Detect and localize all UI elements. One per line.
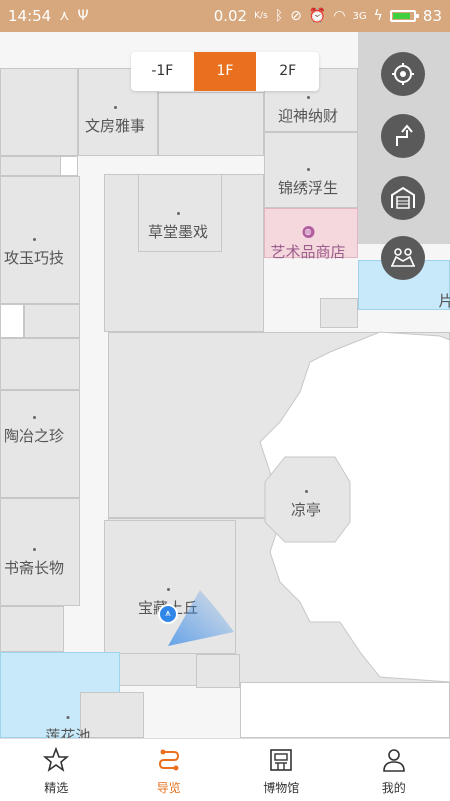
bottom-right-area [240,682,450,738]
gate-icon [390,186,416,210]
locate-icon [391,62,415,86]
shop-icon: ◍ [302,226,314,238]
floor-selector[interactable]: -1F 1F 2F [131,52,319,91]
route-icon [391,124,415,148]
label-edge: 片 [438,290,450,311]
alarm-icon: ⏰ [309,8,326,24]
label-shuzhai: 书斋长物 [4,548,64,578]
clock: 14:54 [8,7,51,25]
nav-museum[interactable]: 博物馆 [225,739,338,801]
label-caotang: 草堂墨戏 [148,212,208,242]
label-liangting: 凉亭 [291,490,321,520]
battery-icon [390,10,416,22]
floor-2[interactable]: 2F [256,52,319,91]
bottom-navigation: 精选 导览 博物馆 我的 [0,738,450,801]
room-left-mid [0,338,80,390]
rock-garden [240,322,450,702]
label-wenfang: 文房雅事 [85,106,145,136]
route-nav-icon [156,747,182,773]
nav-guide[interactable]: 导览 [113,739,226,801]
floor-b1[interactable]: -1F [131,52,194,91]
heading-beam [168,590,238,670]
usb-icon: Ψ [78,8,89,24]
label-lianhua: 莲花池 [45,716,90,738]
nav-mine-label: 我的 [382,779,406,796]
mute-icon: ⊘ [290,8,302,24]
bluetooth-icon: ᛒ [275,8,283,24]
network-speed: 0.02 [214,7,247,25]
nav-museum-label: 博物馆 [263,779,299,796]
floor-1[interactable]: 1F [194,52,257,91]
network-share-icon: ⋏ [59,8,69,24]
person-icon [381,747,407,773]
label-yingshen: 迎神纳财 [278,96,338,126]
service-icon [390,246,416,270]
room-white-small [0,304,24,338]
room-small [60,156,78,176]
speed-unit: K/s [254,11,268,21]
charging-icon: ϟ [374,8,383,24]
label-taoye: 陶冶之珍 [4,416,64,446]
nav-featured[interactable]: 精选 [0,739,113,801]
status-bar: 14:54 ⋏ Ψ 0.02 K/s ᛒ ⊘ ⏰ ◠ 3G ϟ 83 [0,0,450,32]
gate-button[interactable] [381,176,425,220]
room-top-left [0,68,78,156]
route-button[interactable] [381,114,425,158]
label-gongyu: 攻玉巧技 [4,238,64,268]
room-top-middle [158,92,264,156]
locate-button[interactable] [381,52,425,96]
nav-mine[interactable]: 我的 [338,739,450,801]
wifi-icon: ◠ [333,8,345,24]
battery-level [393,13,410,19]
service-button[interactable] [381,236,425,280]
label-shop: ◍艺术品商店 [270,226,345,262]
room-corridor [24,304,80,338]
nav-guide-label: 导览 [157,779,181,796]
museum-icon [268,747,294,773]
star-icon [43,747,69,773]
battery-percent: 83 [423,7,442,25]
label-jinxiu: 锦绣浮生 [278,168,338,198]
current-location-marker: ⩚ [158,604,178,624]
room-bottom-left [0,606,64,652]
nav-featured-label: 精选 [44,779,68,796]
signal-label: 3G [353,11,367,22]
